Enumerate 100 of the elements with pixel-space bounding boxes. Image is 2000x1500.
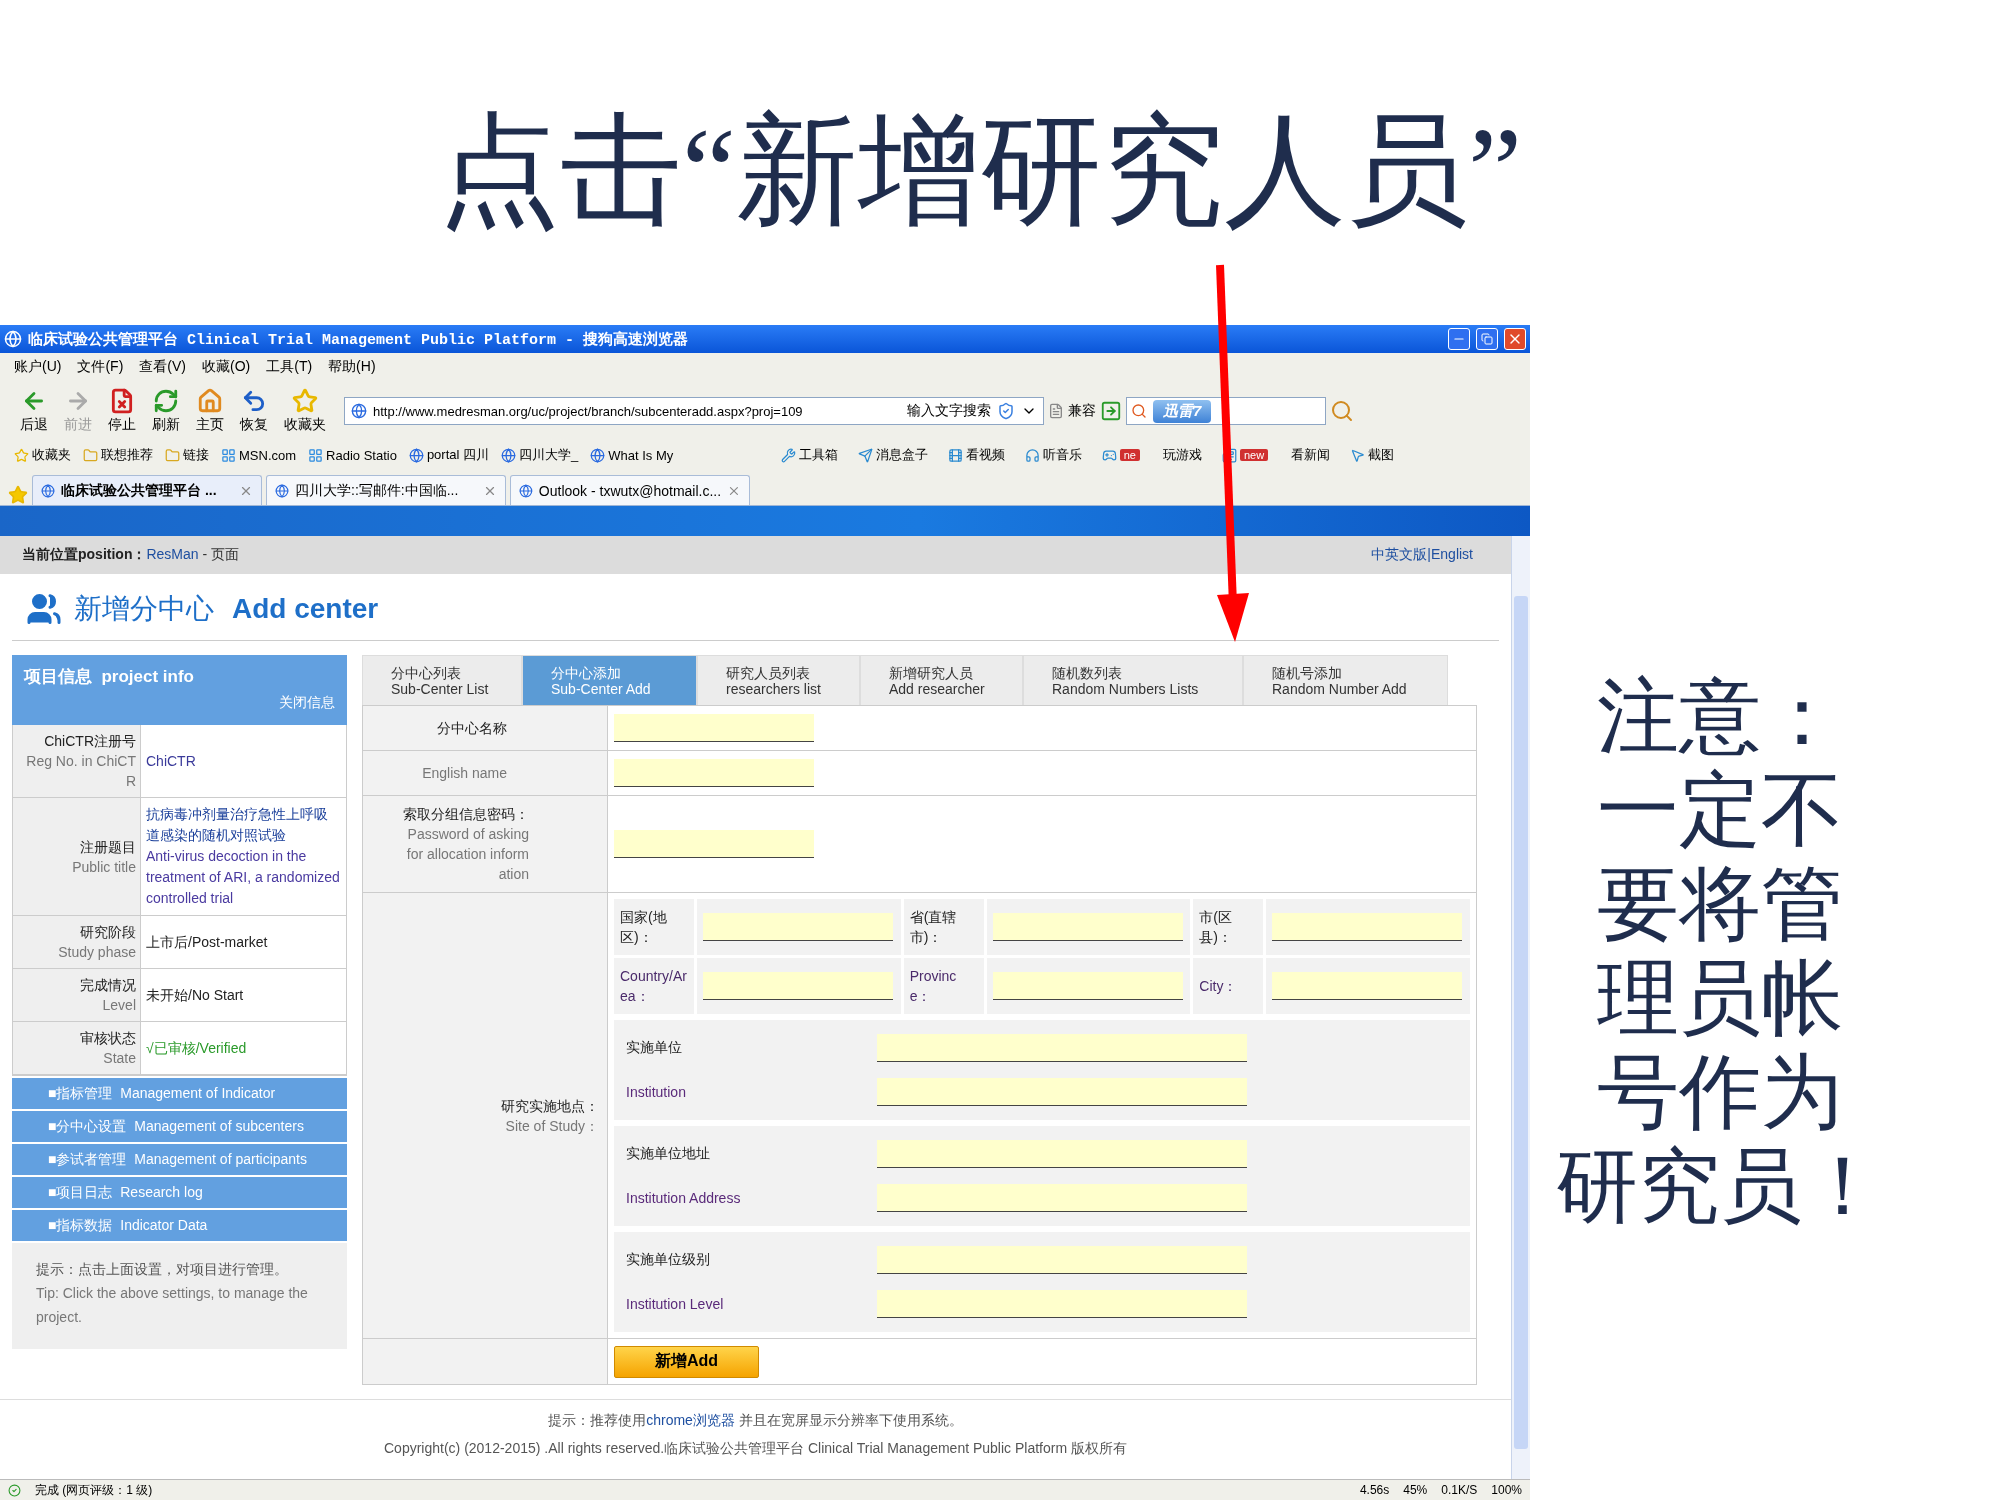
- input-field[interactable]: [877, 1078, 1247, 1106]
- form-tab[interactable]: 随机数列表 Random Numbers Lists: [1023, 655, 1243, 705]
- toolbar-button[interactable]: 停止: [102, 388, 142, 434]
- panel-title: 项目信息 project info: [24, 666, 195, 688]
- browser-tab[interactable]: Outlook - txwutx@hotmail.c...: [510, 475, 750, 505]
- scroll-thumb[interactable]: [1514, 596, 1528, 1449]
- bookmark-link[interactable]: 收藏夹: [14, 446, 71, 464]
- field-label: 实施单位: [625, 1039, 683, 1057]
- toolbar-button[interactable]: 恢复: [234, 388, 274, 434]
- input-field[interactable]: [877, 1290, 1247, 1318]
- input-field[interactable]: [1272, 972, 1463, 1000]
- bookmark-link[interactable]: Radio Statio: [308, 447, 397, 463]
- bookmark-link[interactable]: 联想推荐: [83, 446, 153, 464]
- note-text: 注意：: [1597, 670, 1843, 764]
- tool-link[interactable]: 工具箱: [780, 446, 838, 464]
- close-button[interactable]: [1504, 328, 1526, 350]
- address-bar[interactable]: http://www.medresman.org/uc/project/branch/subcenteradd.aspx?proj=109 输入文字搜索: [344, 397, 1044, 425]
- restore-icon: [1481, 333, 1493, 345]
- input-field[interactable]: [877, 1246, 1247, 1274]
- star-icon: [292, 388, 318, 414]
- globe-icon: [41, 483, 55, 498]
- browser-tab[interactable]: 四川大学::写邮件:中国临...: [266, 475, 506, 505]
- form-tab[interactable]: 研究人员列表 researchers list: [697, 655, 860, 705]
- status-item: 0.1K/S: [1441, 1483, 1478, 1497]
- field-label: City：: [1193, 958, 1264, 1014]
- menu-item[interactable]: 文件(F): [77, 358, 124, 376]
- minimize-button[interactable]: [1448, 328, 1470, 350]
- tip-text: 提示：点击上面设置，对项目进行管理。: [36, 1260, 289, 1279]
- menu-item[interactable]: 查看(V): [139, 358, 186, 376]
- field-label: 研究实施地点： Site of Study：: [363, 893, 608, 1339]
- menu-item[interactable]: 账户(U): [14, 358, 62, 376]
- input-field[interactable]: [992, 972, 1183, 1000]
- gamepad-icon: [1101, 447, 1117, 463]
- browser-tab[interactable]: 临床试验公共管理平台 ...: [32, 475, 262, 505]
- menu-item[interactable]: 收藏(O): [202, 358, 251, 376]
- new-badge: new: [1239, 449, 1269, 461]
- field-label: Institution Address: [625, 1190, 742, 1206]
- input-field[interactable]: [703, 972, 893, 1000]
- users-icon: [26, 591, 62, 627]
- compat-button[interactable]: 兼容: [1068, 402, 1096, 420]
- input-field[interactable]: [877, 1034, 1247, 1062]
- status-item: 4.56s: [1359, 1483, 1390, 1497]
- field-label: English name: [363, 751, 608, 796]
- status-item: 45%: [1403, 1483, 1428, 1497]
- note-text: 要将管: [1597, 858, 1843, 952]
- info-label: ChiCTR注册号 Reg No. in ChiCTR: [13, 725, 141, 798]
- language-link[interactable]: 中英文版|Englist: [1371, 546, 1473, 564]
- folder-icon: [165, 447, 180, 463]
- bookmark-link[interactable]: MSN.com: [221, 447, 297, 463]
- tool-link[interactable]: 听音乐: [1024, 446, 1082, 464]
- globe-icon: [408, 447, 424, 463]
- note-text: 号作为: [1597, 1046, 1843, 1140]
- toolbar-button[interactable]: 刷新: [146, 388, 186, 434]
- info-label: 研究阶段 Study phase: [13, 916, 141, 969]
- note-text: 一定不: [1597, 764, 1843, 858]
- form-tab[interactable]: 分中心列表 Sub-Center List: [362, 655, 522, 705]
- field-label: Institution: [625, 1084, 687, 1100]
- footer-tip: 提示：推荐使用chrome浏览器 并且在宽屏显示分辨率下使用系统。: [548, 1412, 963, 1430]
- status-text: 完成 (网页评级：1 级): [35, 1481, 154, 1499]
- chrome-link[interactable]: chrome浏览器: [646, 1412, 735, 1428]
- field-label: 实施单位级别: [625, 1251, 711, 1269]
- tool-link[interactable]: ne 玩游戏: [1101, 446, 1202, 464]
- input-field[interactable]: [877, 1140, 1247, 1168]
- refresh-icon: [153, 388, 179, 414]
- tool-link[interactable]: 截图: [1350, 446, 1395, 464]
- form-tab[interactable]: 新增研究人员 Add researcher: [860, 655, 1023, 705]
- bookmark-link[interactable]: 四川大学_: [501, 446, 579, 464]
- add-button[interactable]: 新增Add: [614, 1345, 759, 1378]
- input-field[interactable]: [703, 913, 893, 941]
- form-tab[interactable]: 随机号添加 Random Number Add: [1243, 655, 1448, 705]
- tool-link[interactable]: 看视频: [947, 446, 1005, 464]
- go-icon[interactable]: [1100, 400, 1122, 422]
- menu-item[interactable]: 工具(T): [266, 358, 313, 376]
- field-label: 分中心名称: [363, 706, 608, 751]
- resman-link[interactable]: ResMan: [146, 546, 199, 562]
- input-field[interactable]: [614, 759, 814, 787]
- scrollbar[interactable]: [1511, 536, 1530, 1479]
- info-label: 注册题目 Public title: [13, 798, 141, 916]
- tool-link[interactable]: new 看新闻: [1221, 446, 1331, 464]
- address-text: http://www.medresman.org/uc/project/branch/subcenteradd.aspx?proj=109: [373, 403, 804, 419]
- toolbar-button[interactable]: 收藏夹: [278, 388, 332, 434]
- bookmark-link[interactable]: 链接: [165, 446, 209, 464]
- restore-button[interactable]: [1476, 328, 1498, 350]
- search-hint: 输入文字搜索: [907, 402, 991, 420]
- input-field[interactable]: [614, 830, 814, 858]
- toolbar-button[interactable]: 后退: [14, 388, 54, 434]
- bookmark-link[interactable]: portal 四川: [408, 446, 490, 464]
- input-field[interactable]: [992, 913, 1183, 941]
- tool-link[interactable]: 消息盒子: [857, 446, 928, 464]
- tip-text: Tip: Click the above settings, to manage the project.: [36, 1284, 309, 1327]
- toolbar-button[interactable]: 主页: [190, 388, 230, 434]
- input-field[interactable]: [614, 714, 814, 742]
- input-field[interactable]: [1272, 913, 1463, 941]
- star-icon[interactable]: [8, 485, 28, 505]
- input-field[interactable]: [877, 1184, 1247, 1212]
- bookmark-link[interactable]: What Is My: [590, 447, 674, 463]
- grid-icon: [308, 447, 324, 463]
- field-label: 国家(地区)：: [614, 899, 694, 955]
- globe-icon: [590, 447, 606, 463]
- menu-item[interactable]: 帮助(H): [328, 358, 376, 376]
